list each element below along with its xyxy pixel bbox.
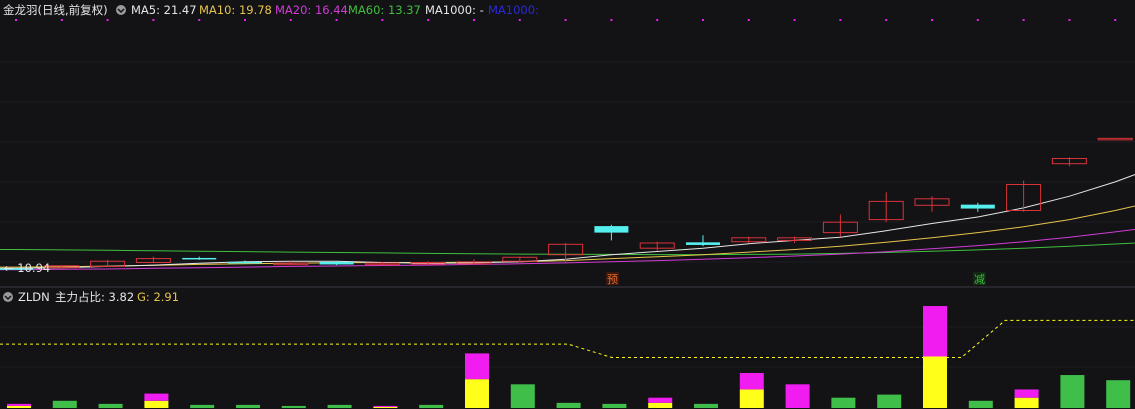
- zldn-green-bar: [281, 405, 306, 408]
- signal-dot: [244, 19, 246, 21]
- candle-body: [960, 204, 995, 209]
- signal-dot: [427, 19, 430, 21]
- zldn-yellow-bar: [1014, 397, 1039, 408]
- ma10-label: MA10: 19.78: [199, 3, 272, 17]
- zldn-magenta-bar: [785, 384, 810, 408]
- zldn-magenta-bar: [373, 405, 398, 407]
- zldn-green-bar: [877, 394, 902, 408]
- signal-dot: [1022, 19, 1025, 21]
- ma5-label: MA5: 21.47: [131, 3, 197, 17]
- signal-dot: [289, 19, 292, 21]
- zldn-yellow-bar: [465, 379, 489, 408]
- zldn-green-bar: [236, 404, 260, 408]
- zldn-green-bar: [1060, 375, 1085, 408]
- zldn-green-bar: [1106, 380, 1131, 408]
- zldn-yellow-bar: [739, 389, 764, 408]
- zldn-magenta-bar: [144, 393, 169, 401]
- candle-body: [182, 257, 217, 260]
- zldn-green-bar: [510, 384, 535, 408]
- signal-dot: [702, 19, 704, 21]
- indicator-name: ZLDN: [18, 290, 50, 304]
- signal-dot: [152, 19, 155, 21]
- header-legend: 金龙羽(日线,前复权) MA5: 21.47 MA10: 19.78 MA20:…: [3, 3, 539, 17]
- zldn-green-bar: [556, 402, 581, 408]
- zldn-magenta-bar: [648, 397, 673, 403]
- signal-dot: [656, 19, 659, 21]
- signal-dot: [15, 19, 17, 21]
- zldn-green-bar: [602, 403, 627, 408]
- zldn-green-bar: [327, 404, 352, 408]
- stock-chart: 金龙羽(日线,前复权) MA5: 21.47 MA10: 19.78 MA20:…: [0, 0, 1135, 409]
- signal-dot: [335, 19, 338, 21]
- signal-dot: [518, 19, 521, 21]
- zldn-yellow-bar: [144, 400, 169, 408]
- stock-name: 金龙羽(日线,前复权): [3, 3, 108, 17]
- signal-dot: [610, 19, 613, 21]
- signal-dot: [564, 19, 567, 21]
- zldn-magenta-bar: [739, 372, 764, 390]
- zldn-green-bar: [694, 403, 718, 408]
- zldn-magenta-bar: [7, 403, 31, 406]
- candle-body: [686, 242, 720, 245]
- ma1000-label: MA1000: -: [425, 3, 484, 17]
- signal-dot: [1068, 19, 1071, 21]
- signal-dot: [931, 19, 933, 21]
- chevron-down-icon[interactable]: [116, 5, 126, 15]
- zldn-magenta-bar: [923, 306, 947, 357]
- zldn-green-bar: [98, 403, 123, 408]
- badge-yu-text: 预: [607, 273, 618, 286]
- signal-dot: [747, 19, 750, 21]
- candle-body: [319, 261, 354, 265]
- indicator-legend: ZLDN 主力占比: 3.82 G: 2.91: [3, 290, 179, 304]
- signal-dot: [839, 19, 842, 21]
- zldn-green-bar: [968, 400, 993, 408]
- chart-background: [0, 0, 1135, 409]
- candle-body: [228, 261, 262, 264]
- indicator-main-ratio: 主力占比: 3.82: [55, 290, 134, 304]
- signal-dot: [106, 19, 109, 21]
- zldn-yellow-bar: [7, 405, 31, 408]
- signal-dot: [381, 19, 384, 21]
- zldn-green-bar: [190, 404, 215, 408]
- signal-dot: [198, 19, 201, 21]
- signal-dot: [976, 19, 979, 21]
- zldn-green-bar: [419, 404, 444, 408]
- badge-yu[interactable]: 预: [606, 272, 619, 286]
- signal-dot: [473, 19, 475, 21]
- signal-dot: [1114, 19, 1117, 21]
- zldn-magenta-bar: [465, 353, 489, 380]
- ma20-label: MA20: 16.44: [275, 3, 348, 17]
- zldn-magenta-bar: [1014, 389, 1039, 398]
- signal-dot: [60, 19, 63, 21]
- badge-jian[interactable]: 减: [973, 272, 986, 286]
- zldn-yellow-bar: [923, 356, 947, 408]
- signal-dot: [885, 19, 888, 21]
- ma1000-faint-label: MA1000:: [488, 3, 539, 17]
- signal-dot: [793, 19, 796, 21]
- badge-jian-text: 减: [974, 273, 985, 286]
- zldn-green-bar: [831, 397, 856, 408]
- chevron-down-icon[interactable]: [3, 292, 13, 302]
- candle-body: [594, 226, 629, 233]
- zldn-yellow-bar: [373, 406, 398, 408]
- indicator-g-value: G: 2.91: [137, 290, 179, 304]
- zldn-green-bar: [52, 400, 77, 408]
- zldn-yellow-bar: [648, 402, 673, 408]
- low-price-label: ← 10.94: [4, 261, 50, 275]
- ma60-label: MA60: 13.37: [348, 3, 421, 17]
